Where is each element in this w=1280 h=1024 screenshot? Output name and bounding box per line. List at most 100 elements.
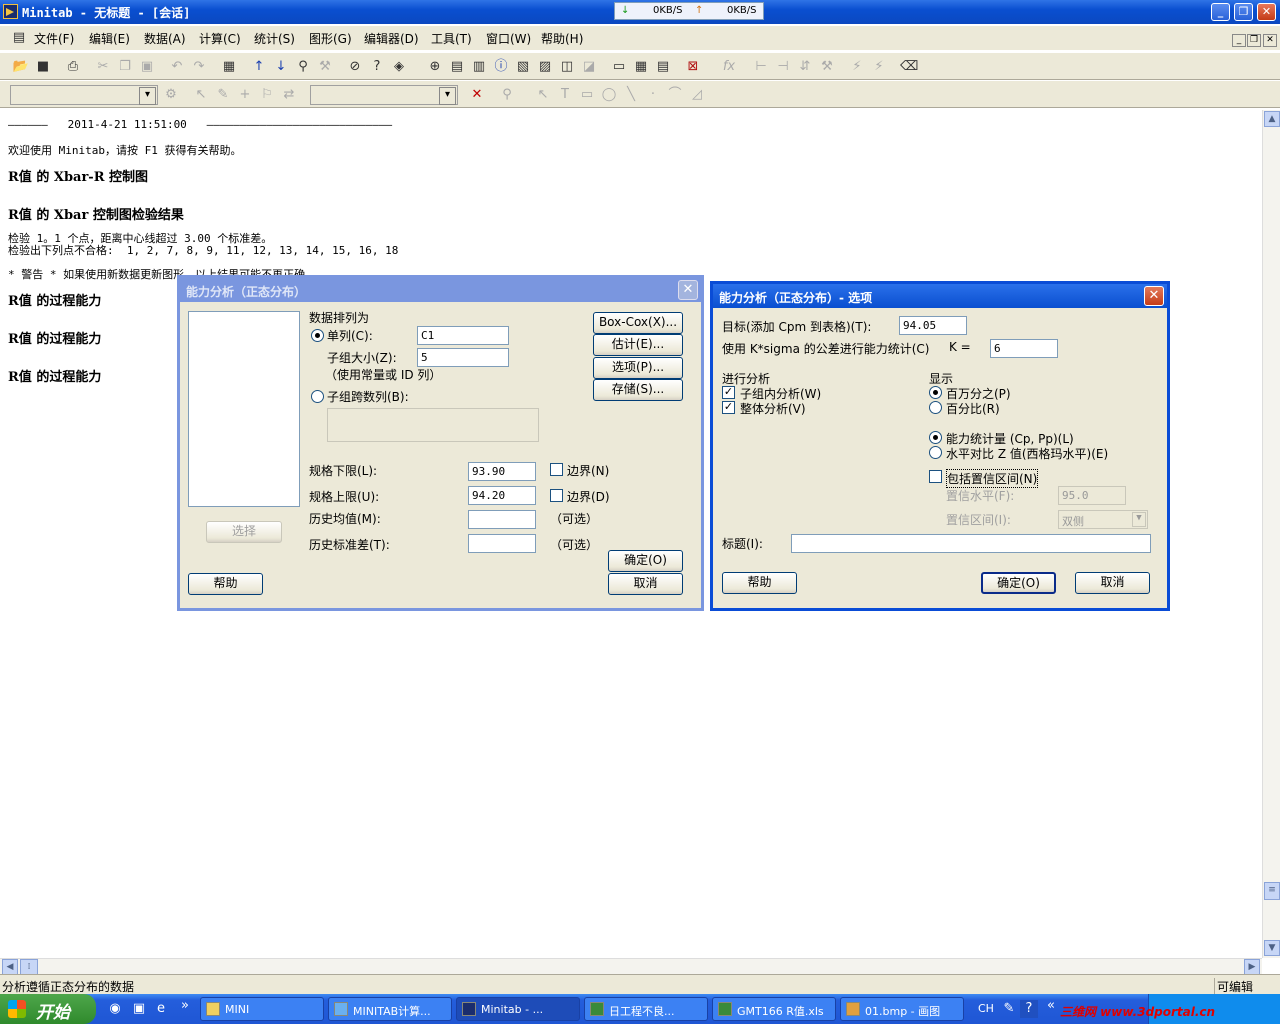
manage-graphs-icon[interactable]: ◪ xyxy=(580,58,598,76)
across-columns-input[interactable] xyxy=(327,408,539,442)
task-minitab-calc[interactable]: MINITAB计算... xyxy=(328,997,452,1021)
find-icon[interactable]: ⚲ xyxy=(294,58,312,76)
arrow-up-icon[interactable]: ↑ xyxy=(250,58,268,76)
within-checkbox[interactable]: ✓ xyxy=(722,386,735,399)
eraser-icon[interactable]: ⌫ xyxy=(900,58,918,76)
crosshair-icon[interactable]: + xyxy=(236,86,254,104)
dialog2-cancel-button[interactable]: 取消 xyxy=(1075,572,1150,594)
overall-checkbox[interactable]: ✓ xyxy=(722,401,735,414)
storage-button[interactable]: 存储(S)... xyxy=(593,379,683,401)
open-icon[interactable]: 📂 xyxy=(12,58,30,76)
menu-calc[interactable]: 计算(C) xyxy=(199,30,241,47)
help-icon[interactable]: ? xyxy=(368,58,386,76)
menu-window[interactable]: 窗口(W) xyxy=(486,30,531,47)
copy-icon[interactable]: ❐ xyxy=(116,58,134,76)
select-button[interactable]: 选择 xyxy=(206,521,282,543)
scroll-up-arrow[interactable]: ▲ xyxy=(1264,111,1280,127)
dialog1-close-button[interactable]: ✕ xyxy=(678,280,698,300)
scroll-down-arrow[interactable]: ▼ xyxy=(1264,940,1280,956)
menu-graph[interactable]: 图形(G) xyxy=(309,30,352,47)
insert-row-icon[interactable]: ⊢ xyxy=(752,58,770,76)
scroll-thumb[interactable]: ≡ xyxy=(1264,882,1280,900)
mdi-minimize-button[interactable]: _ xyxy=(1232,34,1246,47)
options-button[interactable]: 选项(P)... xyxy=(593,357,683,379)
horizontal-scrollbar[interactable]: ◀ ⁞ ▶ xyxy=(0,958,1262,975)
usl-boundary-checkbox[interactable] xyxy=(550,489,563,502)
menu-file[interactable]: 文件(F) xyxy=(34,30,74,47)
select-arrow-icon[interactable]: ↖ xyxy=(192,86,210,104)
graph-combo-1[interactable] xyxy=(10,85,158,105)
cap-stats-radio[interactable] xyxy=(929,431,942,444)
dialog2-ok-button[interactable]: 确定(O) xyxy=(981,572,1056,594)
edit-last-dialog-icon[interactable]: ▦ xyxy=(220,58,238,76)
insert-col-icon[interactable]: ⊣ xyxy=(774,58,792,76)
info-icon[interactable]: ⓘ xyxy=(492,58,510,76)
dialog1-cancel-button[interactable]: 取消 xyxy=(608,573,683,595)
target-input[interactable]: 94.05 xyxy=(899,316,967,335)
mdi-close-button[interactable]: ✕ xyxy=(1263,34,1277,47)
menu-editor[interactable]: 编辑器(D) xyxy=(364,30,419,47)
menu-tools[interactable]: 工具(T) xyxy=(431,30,472,47)
percent-radio[interactable] xyxy=(929,401,942,414)
hist-mean-input[interactable] xyxy=(468,510,536,529)
dialog2-close-button[interactable]: ✕ xyxy=(1144,286,1164,306)
conf-interval-select[interactable]: 双侧 ▼ xyxy=(1058,510,1148,529)
dialog1-ok-button[interactable]: 确定(O) xyxy=(608,550,683,572)
usl-input[interactable]: 94.20 xyxy=(468,486,536,505)
ppm-radio[interactable] xyxy=(929,386,942,399)
estimate-button[interactable]: 估计(E)... xyxy=(593,334,683,356)
formula-icon[interactable]: fx xyxy=(720,58,738,76)
dialog1-help-button[interactable]: 帮助 xyxy=(188,573,263,595)
pointer-icon[interactable]: ↖ xyxy=(534,86,552,104)
conf-level-input[interactable]: 95.0 xyxy=(1058,486,1126,505)
task-gmt166[interactable]: GMT166 R值.xls xyxy=(712,997,836,1021)
arrow-down-icon[interactable]: ↓ xyxy=(272,58,290,76)
task-defects[interactable]: 日工程不良... xyxy=(584,997,708,1021)
start-button[interactable]: 开始 xyxy=(0,994,96,1024)
table-icon[interactable]: ▤ xyxy=(654,58,672,76)
k-input[interactable]: 6 xyxy=(990,339,1058,358)
scroll-left-arrow[interactable]: ◀ xyxy=(2,959,18,975)
move-col-icon[interactable]: ⇵ xyxy=(796,58,814,76)
menu-help[interactable]: 帮助(H) xyxy=(541,30,583,47)
chevron-down-icon[interactable]: ▼ xyxy=(1132,512,1146,527)
column-listbox[interactable] xyxy=(188,311,300,507)
lsl-input[interactable]: 93.90 xyxy=(468,462,536,481)
task-paint[interactable]: 01.bmp - 画图 xyxy=(840,997,964,1021)
column-info-icon[interactable]: ⚒ xyxy=(818,58,836,76)
chevron-more-icon[interactable]: » xyxy=(176,997,194,1015)
replace-icon[interactable]: ⚒ xyxy=(316,58,334,76)
graph-combo-2[interactable] xyxy=(310,85,458,105)
save-icon[interactable]: ■ xyxy=(34,58,52,76)
vertical-scrollbar[interactable]: ▲ ≡ ▼ xyxy=(1262,110,1280,958)
scroll-right-arrow[interactable]: ▶ xyxy=(1244,959,1260,975)
report-icon[interactable]: ▨ xyxy=(536,58,554,76)
update-icon[interactable]: ⇄ xyxy=(280,86,298,104)
ellipse-tool-icon[interactable]: ◯ xyxy=(600,86,618,104)
session-window-icon[interactable]: ▤ xyxy=(10,29,28,47)
polyline-tool-icon[interactable]: ⌒ xyxy=(666,86,684,104)
cancel-icon[interactable]: ⊘ xyxy=(346,58,364,76)
ime-icon[interactable]: ✎ xyxy=(1000,1000,1018,1018)
boxcox-button[interactable]: Box-Cox(X)... xyxy=(593,312,683,334)
print-icon[interactable]: ⎙ xyxy=(64,58,82,76)
maximize-button[interactable]: ❐ xyxy=(1234,3,1253,21)
hist-sd-input[interactable] xyxy=(468,534,536,553)
desktop-icon[interactable]: ▣ xyxy=(130,1000,148,1018)
polygon-tool-icon[interactable]: ◿ xyxy=(688,86,706,104)
lsl-boundary-checkbox[interactable] xyxy=(550,463,563,476)
assistant-icon[interactable]: ◈ xyxy=(390,58,408,76)
dialog2-help-button[interactable]: 帮助 xyxy=(722,572,797,594)
minimize-button[interactable]: _ xyxy=(1211,3,1230,21)
task-mini[interactable]: MINI xyxy=(200,997,324,1021)
new-window-icon[interactable]: ◫ xyxy=(558,58,576,76)
menu-stat[interactable]: 统计(S) xyxy=(254,30,295,47)
brush-tool-icon[interactable]: ✎ xyxy=(214,86,232,104)
qq-icon[interactable]: ◉ xyxy=(106,1000,124,1018)
text-tool-icon[interactable]: T xyxy=(556,86,574,104)
ci-checkbox[interactable] xyxy=(929,470,942,483)
undo-icon[interactable]: ↶ xyxy=(168,58,186,76)
close-button[interactable]: ✕ xyxy=(1257,3,1276,21)
across-columns-radio[interactable] xyxy=(311,390,324,403)
single-column-radio[interactable] xyxy=(311,329,324,342)
